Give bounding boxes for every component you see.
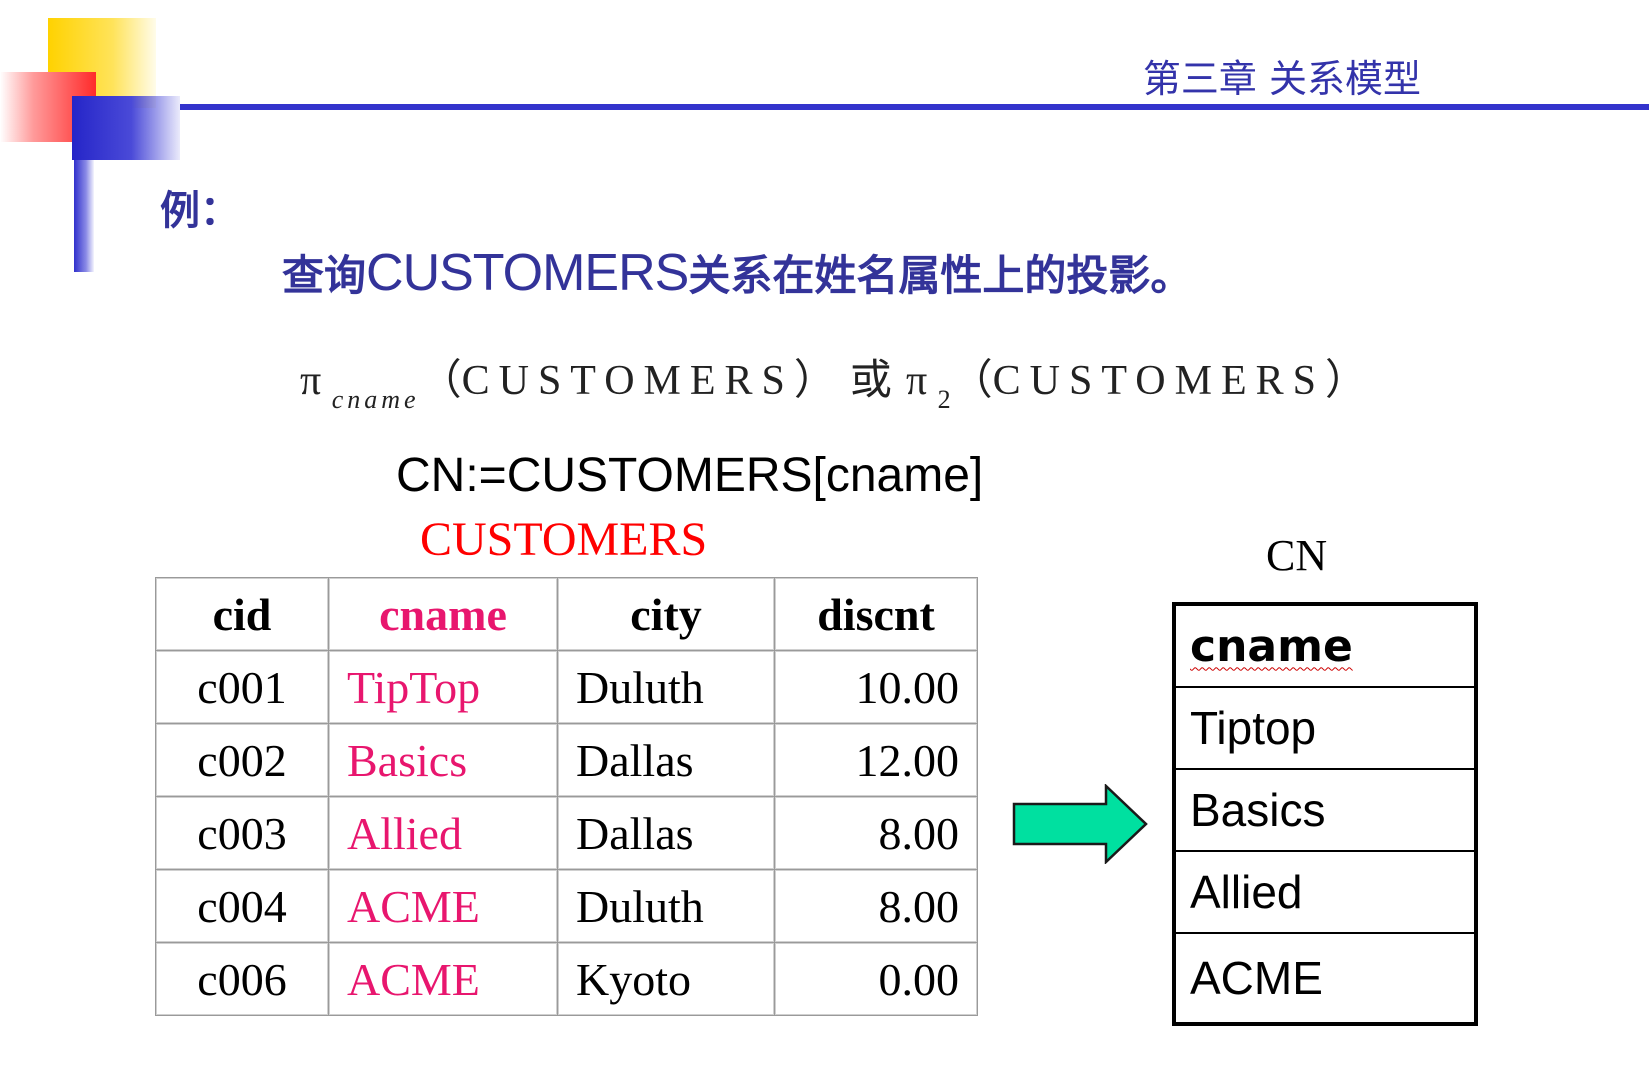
open-paren: （	[419, 358, 462, 404]
chapter-title: 第三章 关系模型	[1142, 57, 1421, 101]
right-arrow-icon	[1012, 784, 1148, 864]
pi-subscript-name: cname	[331, 385, 420, 414]
table-row: Tiptop	[1174, 686, 1476, 769]
cell-cname: Basics	[1174, 768, 1476, 851]
close-paren-2: ）	[1324, 358, 1367, 404]
query-prefix: 查询	[282, 251, 367, 300]
cell-cid: c004	[155, 869, 329, 943]
table-row: c001 TipTop Duluth 10.00	[155, 650, 978, 724]
pi-symbol: π	[300, 358, 322, 404]
example-label: 例：	[160, 188, 240, 234]
query-suffix: 关系在姓名属性上的投影。	[688, 251, 1193, 300]
cn-result-table: cname Tiptop Basics Allied ACME	[1172, 602, 1478, 1026]
decor-vertical-bar	[74, 160, 94, 272]
column-header-discnt: discnt	[774, 577, 978, 651]
column-header-cname: cname	[1174, 604, 1476, 687]
pi-symbol-2: π	[905, 358, 928, 404]
cell-cname: Allied	[328, 796, 558, 870]
table-row: Allied	[1174, 850, 1476, 933]
projection-formula: π cname（CUSTOMERS）或 π 2（CUSTOMERS）	[300, 346, 1367, 414]
cell-cid: c003	[155, 796, 329, 870]
cell-city: Dallas	[557, 796, 775, 870]
cell-discnt: 12.00	[774, 723, 978, 797]
customers-header-row: cid cname city discnt	[155, 577, 978, 651]
query-relation: CUSTOMERS	[366, 244, 689, 302]
cn-header-label: cname	[1190, 620, 1353, 672]
cell-cname: ACME	[328, 942, 558, 1016]
cell-discnt: 8.00	[774, 796, 978, 870]
column-header-cname: cname	[328, 577, 558, 651]
cell-cid: c002	[155, 723, 329, 797]
cell-city: Duluth	[557, 650, 775, 724]
cell-discnt: 0.00	[774, 942, 978, 1016]
pi-subscript-index: 2	[937, 385, 951, 414]
column-header-city: city	[557, 577, 775, 651]
cn-header-row: cname	[1174, 604, 1476, 687]
table-row: c006 ACME Kyoto 0.00	[155, 942, 978, 1016]
cell-discnt: 10.00	[774, 650, 978, 724]
assignment-expression: CN:=CUSTOMERS[cname]	[396, 449, 984, 502]
cell-cid: c001	[155, 650, 329, 724]
or-word: 或	[849, 355, 892, 404]
table-row: c003 Allied Dallas 8.00	[155, 796, 978, 870]
query-statement: 查询CUSTOMERS关系在姓名属性上的投影。	[282, 242, 1192, 303]
table-row: ACME	[1174, 932, 1476, 1024]
cell-city: Duluth	[557, 869, 775, 943]
decor-header-rule	[180, 104, 1649, 110]
customers-table-caption: CUSTOMERS	[420, 513, 708, 566]
table-row: c002 Basics Dallas 12.00	[155, 723, 978, 797]
cell-discnt: 8.00	[774, 869, 978, 943]
cell-cname: TipTop	[328, 650, 558, 724]
cell-cname: ACME	[328, 869, 558, 943]
cell-city: Kyoto	[557, 942, 775, 1016]
open-paren-2: （	[950, 358, 993, 404]
close-paren: ）	[793, 358, 836, 404]
table-row: c004 ACME Duluth 8.00	[155, 869, 978, 943]
cell-cname: ACME	[1174, 932, 1476, 1024]
cn-table-caption: CN	[1266, 531, 1328, 580]
cell-city: Dallas	[557, 723, 775, 797]
table-row: Basics	[1174, 768, 1476, 851]
cell-cid: c006	[155, 942, 329, 1016]
formula-relation: CUSTOMERS	[461, 358, 794, 404]
cell-cname: Basics	[328, 723, 558, 797]
cell-cname: Tiptop	[1174, 686, 1476, 769]
cell-cname: Allied	[1174, 850, 1476, 933]
decor-blue-block	[72, 96, 180, 160]
formula-relation-2: CUSTOMERS	[992, 358, 1325, 404]
customers-table: cid cname city discnt c001 TipTop Duluth…	[155, 577, 978, 1016]
column-header-cid: cid	[155, 577, 329, 651]
